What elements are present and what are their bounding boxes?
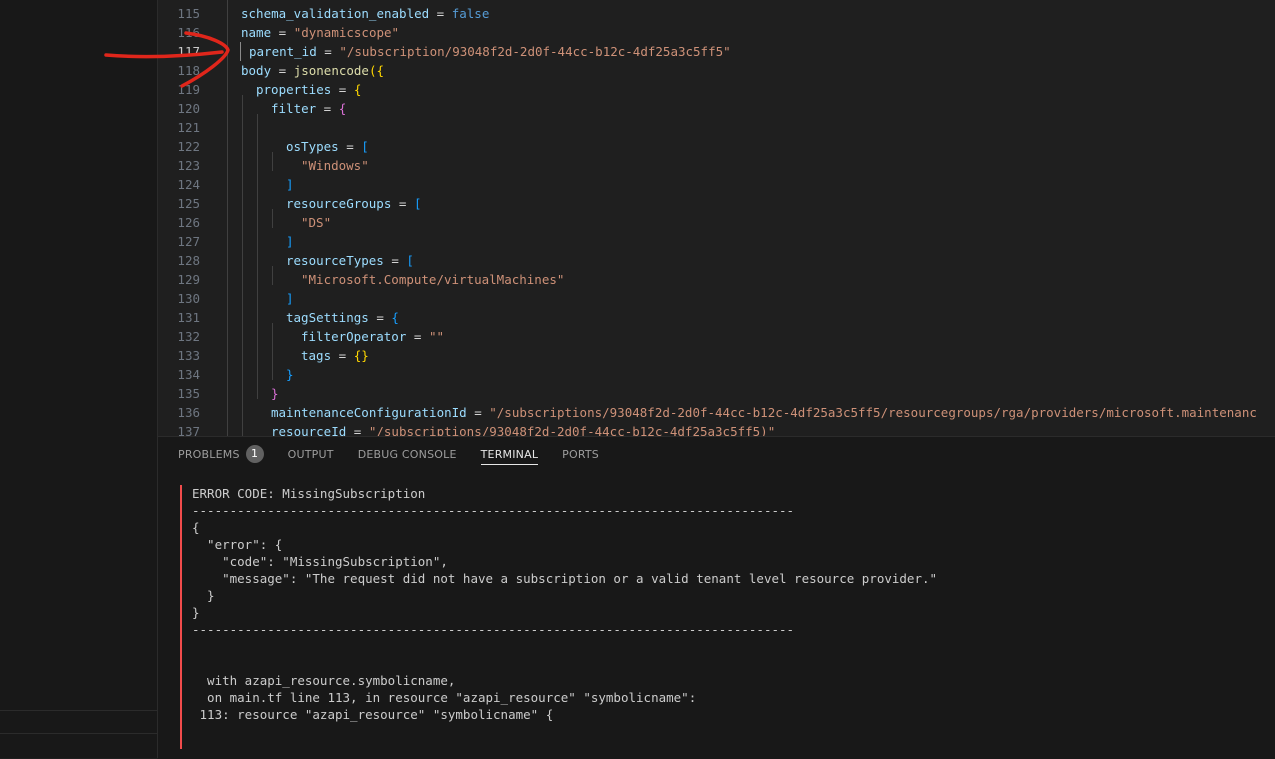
code-line-129: "Microsoft.Compute/virtualMachines"	[301, 272, 565, 287]
terminal-line: 113: resource "azapi_resource" "symbolic…	[192, 707, 554, 722]
code-line-132: filterOperator = ""	[301, 329, 444, 344]
line-number: 115	[177, 6, 200, 21]
code-lines[interactable]: schema_validation_enabled = false name =…	[241, 4, 1257, 436]
line-number: 129	[177, 272, 200, 287]
terminal-line: }	[192, 605, 200, 620]
line-number: 121	[177, 120, 200, 135]
code-line-125: resourceGroups = [	[286, 196, 422, 211]
code-line-131: tagSettings = {	[286, 310, 399, 325]
line-number: 127	[177, 234, 200, 249]
problems-count-badge: 1	[245, 445, 264, 463]
code-line-134: }	[286, 367, 294, 382]
tab-debug-console[interactable]: DEBUG CONSOLE	[358, 437, 457, 471]
code-line-128: resourceTypes = [	[286, 253, 414, 268]
code-line-117: parent_id = "/subscription/93048f2d-2d0f…	[249, 44, 731, 59]
terminal-line: }	[192, 588, 215, 603]
line-number: 120	[177, 101, 200, 116]
terminal-line: "message": "The request did not have a s…	[192, 571, 938, 586]
code-line-130: ]	[286, 291, 294, 306]
code-line-135: }	[271, 386, 279, 401]
terminal-line: {	[192, 520, 200, 535]
terminal-line: ----------------------------------------…	[192, 503, 795, 518]
code-line-120: filter = {	[271, 101, 347, 116]
error-marker-bar	[180, 485, 182, 749]
terminal-line: with azapi_resource.symbolicname,	[192, 673, 456, 688]
terminal-line: on main.tf line 113, in resource "azapi_…	[192, 690, 697, 705]
sidebar-divider	[0, 733, 157, 734]
code-line-119: properties = {	[256, 82, 362, 97]
line-number: 131	[177, 310, 200, 325]
code-editor[interactable]: 115 116 117 118 119 120 121 122 123 124 125 126 127 1…	[158, 0, 1275, 436]
code-line-124: ]	[286, 177, 294, 192]
tab-output-label: OUTPUT	[287, 447, 334, 461]
code-line-123: "Windows"	[301, 158, 369, 173]
tab-debug-console-label: DEBUG CONSOLE	[357, 447, 457, 461]
bottom-panel: PROBLEMS 1 OUTPUT DEBUG CONSOLE TERMINAL …	[158, 436, 1275, 759]
terminal-line: "code": "MissingSubscription",	[192, 554, 448, 569]
code-line-118: body = jsonencode({	[241, 63, 385, 78]
tab-terminal-label: TERMINAL	[480, 447, 539, 461]
line-number: 123	[177, 158, 200, 173]
line-number: 133	[177, 348, 200, 363]
code-line-137: resourceId = "/subscriptions/93048f2d-2d…	[271, 424, 776, 436]
code-line-126: "DS"	[301, 215, 332, 230]
tab-ports-label: PORTS	[562, 447, 599, 461]
line-number: 117	[177, 44, 200, 59]
line-number: 130	[177, 291, 200, 306]
terminal-output[interactable]: ERROR CODE: MissingSubscription --------…	[180, 485, 1270, 755]
code-line-136: maintenanceConfigurationId = "/subscript…	[271, 405, 1257, 420]
line-number: 128	[177, 253, 200, 268]
line-number: 132	[177, 329, 200, 344]
line-number: 118	[177, 63, 200, 78]
tab-output[interactable]: OUTPUT	[288, 437, 334, 471]
code-line-116: name = "dynamicscope"	[241, 25, 400, 40]
panel-tabs: PROBLEMS 1 OUTPUT DEBUG CONSOLE TERMINAL …	[178, 437, 623, 471]
line-number: 135	[177, 386, 200, 401]
tab-terminal[interactable]: TERMINAL	[480, 437, 539, 471]
tab-problems[interactable]: PROBLEMS 1	[178, 437, 264, 471]
code-line-127: ]	[286, 234, 294, 249]
terminal-line: ERROR CODE: MissingSubscription	[192, 486, 426, 501]
line-number: 137	[177, 424, 200, 436]
line-number: 125	[177, 196, 200, 211]
terminal-line: "error": {	[192, 537, 283, 552]
code-line-133: tags = {}	[301, 348, 369, 363]
code-line-122: osTypes = [	[286, 139, 369, 154]
line-number: 126	[177, 215, 200, 230]
line-number: 124	[177, 177, 200, 192]
tab-problems-label: PROBLEMS	[178, 447, 240, 461]
terminal-line: ----------------------------------------…	[192, 622, 795, 637]
side-bar	[0, 0, 158, 758]
line-number: 119	[177, 82, 200, 97]
line-number: 134	[177, 367, 200, 382]
code-line-115: schema_validation_enabled = false	[241, 6, 490, 21]
line-number: 122	[177, 139, 200, 154]
sidebar-divider	[0, 710, 157, 711]
line-number: 116	[177, 25, 200, 40]
indent-guide	[227, 0, 228, 436]
line-number-gutter: 115 116 117 118 119 120 121 122 123 124 125 126 127 1…	[158, 4, 210, 436]
tab-ports[interactable]: PORTS	[562, 437, 599, 471]
line-number: 136	[177, 405, 200, 420]
